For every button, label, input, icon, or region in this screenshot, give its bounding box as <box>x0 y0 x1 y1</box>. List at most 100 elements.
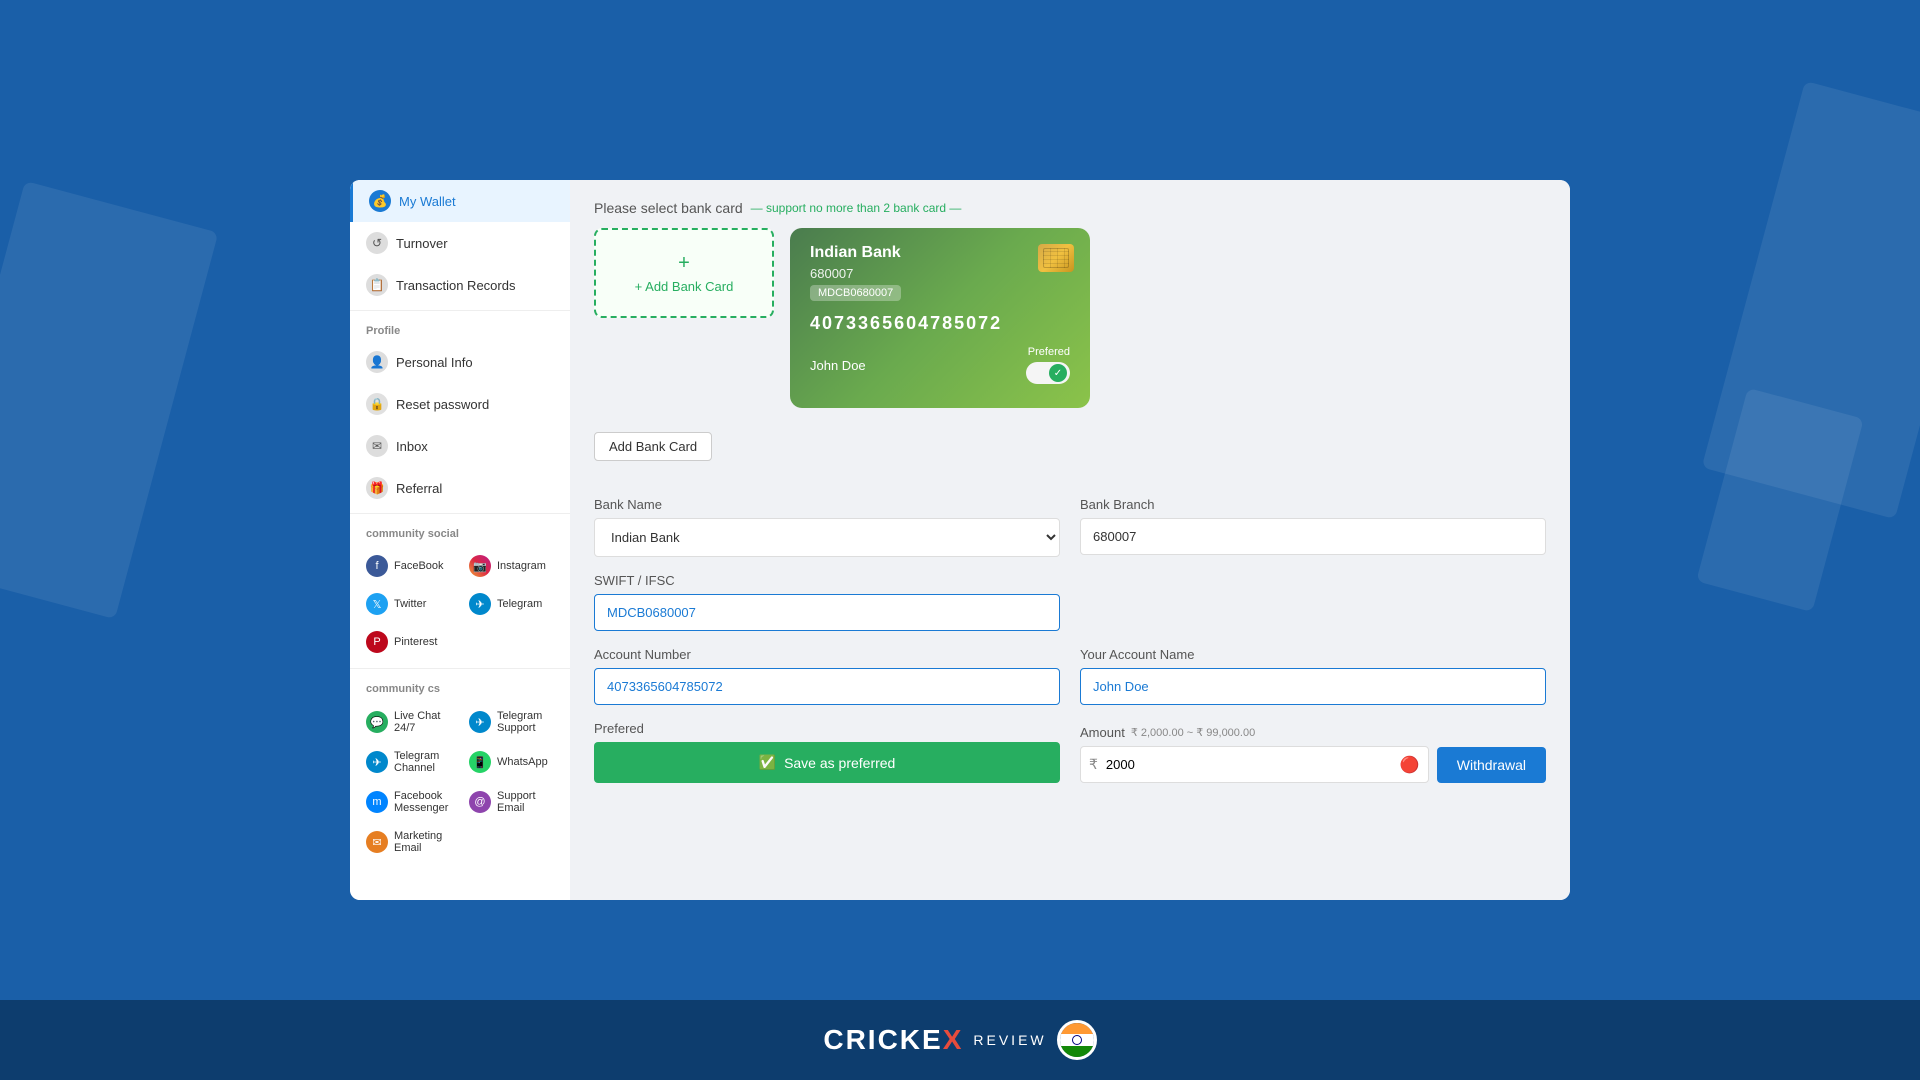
instagram-icon: 📷 <box>469 555 491 577</box>
support-note: — support no more than 2 bank card — <box>751 201 962 215</box>
account-name-input[interactable] <box>1080 668 1546 705</box>
swift-group: SWIFT / IFSC <box>594 573 1060 631</box>
sidebar-item-live-chat[interactable]: 💬 Live Chat 24/7 <box>358 703 459 741</box>
preferred-toggle-switch[interactable]: ✓ <box>1026 362 1070 384</box>
pinterest-label: Pinterest <box>394 636 437 648</box>
account-name-label: Your Account Name <box>1080 647 1546 662</box>
sidebar-item-whatsapp[interactable]: 📱 WhatsApp <box>461 743 562 781</box>
inbox-icon: ✉ <box>366 435 388 457</box>
divider-1 <box>350 310 570 311</box>
add-bank-card-button[interactable]: Add Bank Card <box>594 432 712 461</box>
marketing-label: Marketing Email <box>394 830 451 854</box>
form-row-2: SWIFT / IFSC <box>594 573 1546 631</box>
sidebar-referral-label: Referral <box>396 481 442 496</box>
form-row-1: Bank Name Indian Bank Bank Branch <box>594 497 1546 557</box>
twitter-label: Twitter <box>394 598 426 610</box>
sidebar-item-marketing-email[interactable]: ✉ Marketing Email <box>358 823 459 861</box>
flag-bot <box>1060 1046 1094 1057</box>
account-number-input[interactable] <box>594 668 1060 705</box>
bank-card: Indian Bank 680007 MDCB0680007 407336560… <box>790 228 1090 408</box>
account-number-label: Account Number <box>594 647 1060 662</box>
support-email-icon: @ <box>469 791 491 813</box>
card-number: 4073365604785072 <box>810 313 1070 334</box>
bank-name-group: Bank Name Indian Bank <box>594 497 1060 557</box>
support-email-label: Support Email <box>497 790 554 814</box>
card-preferred-toggle[interactable]: Prefered ✓ <box>1026 346 1070 384</box>
sidebar-item-pinterest[interactable]: P Pinterest <box>358 624 459 660</box>
sidebar-item-wallet[interactable]: 💰 My Wallet <box>350 180 570 222</box>
flag-mid <box>1060 1034 1094 1045</box>
sidebar-item-telegram-channel[interactable]: ✈ Telegram Channel <box>358 743 459 781</box>
amount-range: ₹ 2,000.00 ~ ₹ 99,000.00 <box>1131 726 1255 739</box>
sidebar-item-reset-password[interactable]: 🔒 Reset password <box>350 383 570 425</box>
rupee-symbol: ₹ <box>1089 756 1098 773</box>
personal-info-icon: 👤 <box>366 351 388 373</box>
community-cs-title: community cs <box>350 673 570 699</box>
telegram-channel-label: Telegram Channel <box>394 750 451 774</box>
add-card-icon: + <box>678 252 690 275</box>
divider-3 <box>350 668 570 669</box>
sidebar-item-personal-info[interactable]: 👤 Personal Info <box>350 341 570 383</box>
sidebar-item-telegram-support[interactable]: ✈ Telegram Support <box>461 703 562 741</box>
withdrawal-button[interactable]: Withdrawal <box>1437 747 1546 783</box>
sidebar-reset-password-label: Reset password <box>396 397 489 412</box>
swift-input[interactable] <box>594 594 1060 631</box>
bank-branch-input[interactable] <box>1080 518 1546 555</box>
sidebar-item-facebook[interactable]: f FaceBook <box>358 548 459 584</box>
sidebar-inbox-label: Inbox <box>396 439 428 454</box>
footer-logo-x: X <box>943 1024 964 1055</box>
card-bank-name: Indian Bank <box>810 244 1070 262</box>
telegram-icon: ✈ <box>469 593 491 615</box>
swift-placeholder <box>1080 573 1546 631</box>
sidebar-item-referral[interactable]: 🎁 Referral <box>350 467 570 509</box>
whatsapp-label: WhatsApp <box>497 756 548 768</box>
amount-input[interactable] <box>1102 747 1400 782</box>
sidebar-item-facebook-messenger[interactable]: m Facebook Messenger <box>358 783 459 821</box>
facebook-icon: f <box>366 555 388 577</box>
sidebar-item-transaction[interactable]: 📋 Transaction Records <box>350 264 570 306</box>
transaction-icon: 📋 <box>366 274 388 296</box>
preferred-group: Prefered ✅ Save as preferred <box>594 721 1060 783</box>
facebook-label: FaceBook <box>394 560 444 572</box>
sidebar-item-instagram[interactable]: 📷 Instagram <box>461 548 562 584</box>
toggle-circle: ✓ <box>1049 364 1067 382</box>
card-account-id: 680007 <box>810 266 1070 281</box>
live-chat-label: Live Chat 24/7 <box>394 710 451 734</box>
sidebar-item-turnover[interactable]: ↺ Turnover <box>350 222 570 264</box>
ashoka-chakra <box>1072 1035 1082 1045</box>
swift-label: SWIFT / IFSC <box>594 573 1060 588</box>
sidebar-item-support-email[interactable]: @ Support Email <box>461 783 562 821</box>
card-badge: MDCB0680007 <box>810 285 901 301</box>
cards-row: + + Add Bank Card Indian Bank 680007 MDC… <box>594 228 1546 428</box>
telegram-label: Telegram <box>497 598 542 610</box>
preferred-amount-section: Prefered ✅ Save as preferred Amount ₹ 2,… <box>594 721 1546 783</box>
community-social-grid: f FaceBook 📷 Instagram 𝕏 Twitter ✈ Teleg… <box>350 544 570 664</box>
save-as-preferred-button[interactable]: ✅ Save as preferred <box>594 742 1060 783</box>
sidebar-item-twitter[interactable]: 𝕏 Twitter <box>358 586 459 622</box>
community-cs-grid: 💬 Live Chat 24/7 ✈ Telegram Support ✈ Te… <box>350 699 570 865</box>
card-preferred-label: Prefered <box>1028 346 1070 358</box>
messenger-icon: m <box>366 791 388 813</box>
marketing-icon: ✉ <box>366 831 388 853</box>
telegram-support-icon: ✈ <box>469 711 491 733</box>
india-flag <box>1057 1020 1097 1060</box>
clear-amount-button[interactable]: 🔴 <box>1400 755 1420 775</box>
bank-card-section-header: Please select bank card — support no mor… <box>594 200 1546 216</box>
amount-group: Amount ₹ 2,000.00 ~ ₹ 99,000.00 ₹ 🔴 With… <box>1080 725 1546 783</box>
main-content: Please select bank card — support no mor… <box>570 180 1570 900</box>
add-card-label: + Add Bank Card <box>635 279 734 294</box>
checkmark-icon: ✅ <box>759 754 776 771</box>
sidebar-personal-info-label: Personal Info <box>396 355 473 370</box>
footer-logo: CRICKEX <box>823 1024 963 1056</box>
sidebar-turnover-label: Turnover <box>396 236 448 251</box>
add-bank-card-dashed-button[interactable]: + + Add Bank Card <box>594 228 774 318</box>
amount-label: Amount <box>1080 725 1125 740</box>
form-row-3: Account Number Your Account Name <box>594 647 1546 705</box>
sidebar-item-inbox[interactable]: ✉ Inbox <box>350 425 570 467</box>
footer-logo-group: CRICKEX <box>823 1024 963 1056</box>
card-bottom: John Doe Prefered ✓ <box>810 346 1070 384</box>
lock-icon: 🔒 <box>366 393 388 415</box>
bank-name-select[interactable]: Indian Bank <box>594 518 1060 557</box>
sidebar-item-telegram[interactable]: ✈ Telegram <box>461 586 562 622</box>
main-window: 💰 My Wallet ↺ Turnover 📋 Transaction Rec… <box>350 180 1570 900</box>
